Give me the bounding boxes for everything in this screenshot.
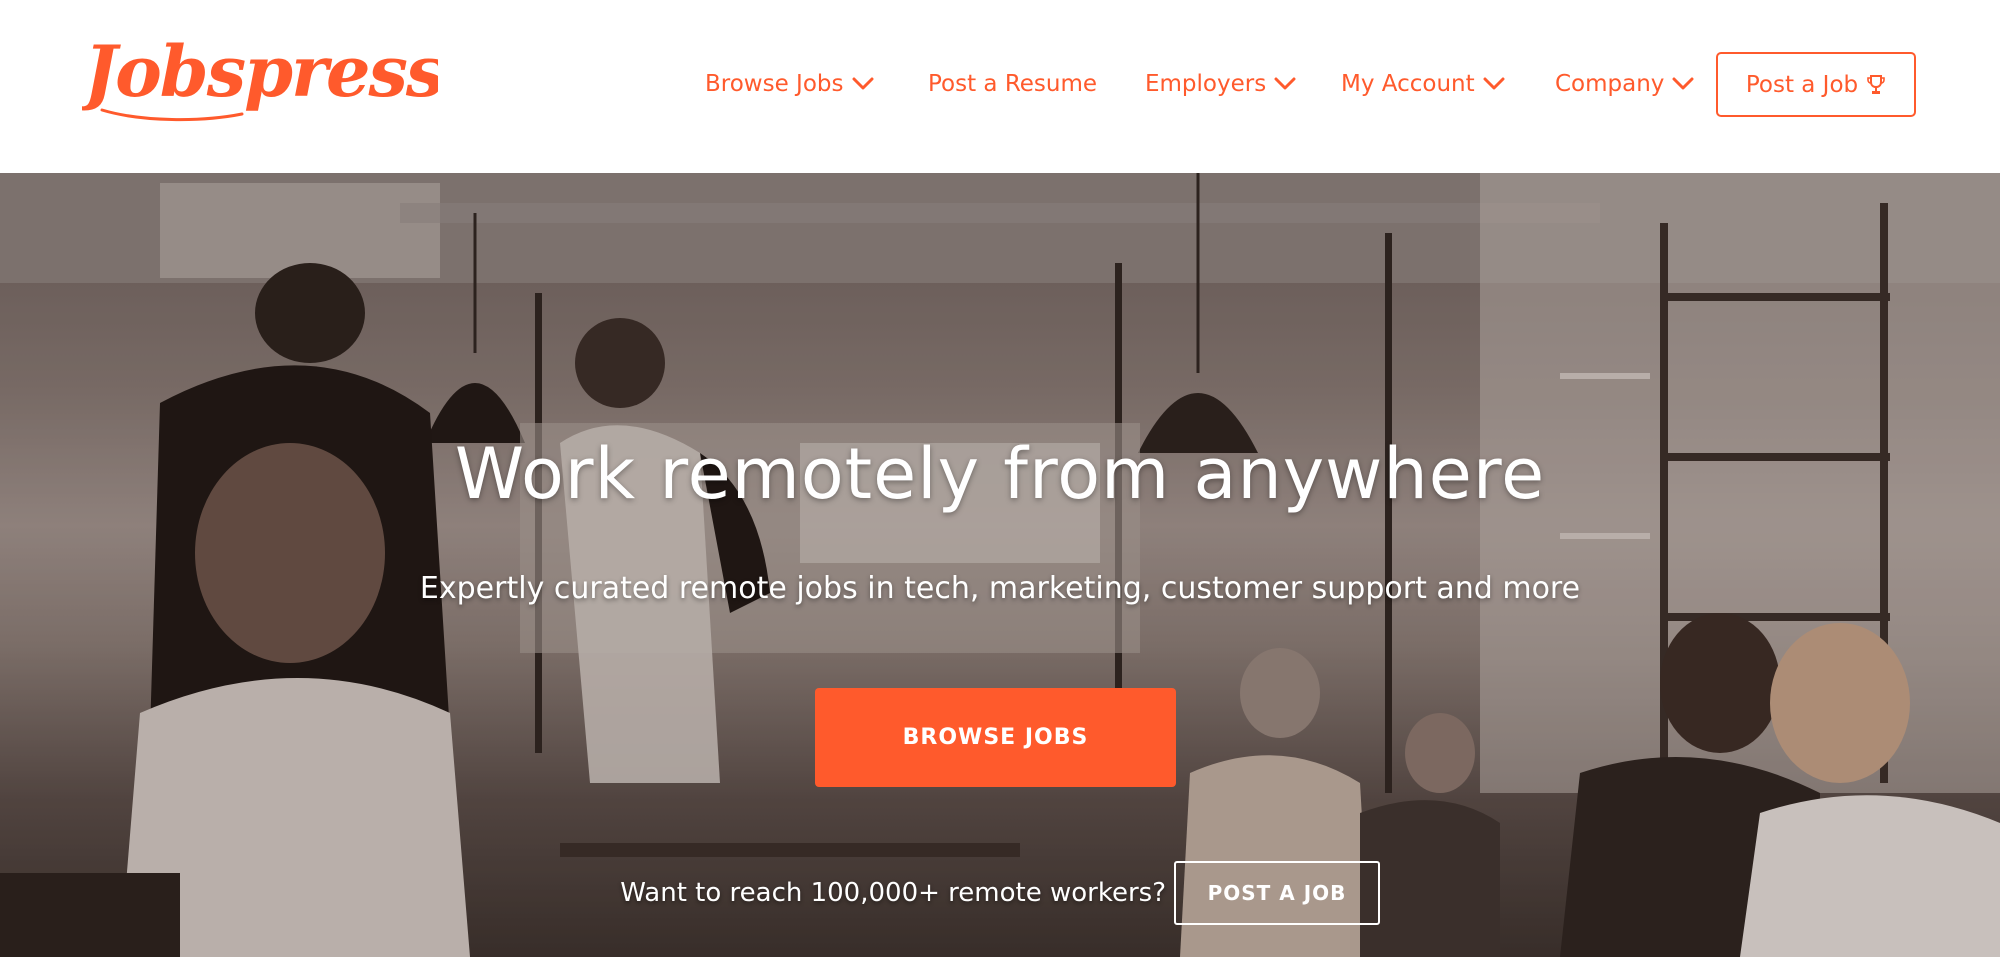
hero-section: Work remotely from anywhere Expertly cur…: [0, 173, 2000, 957]
chevron-down-icon: [1483, 77, 1505, 90]
site-header: Jobspresso Browse Jobs Post a Resume Emp…: [0, 0, 2000, 173]
trophy-icon: [1867, 74, 1885, 94]
nav-my-account[interactable]: My Account: [1341, 52, 1505, 116]
nav-company[interactable]: Company: [1555, 52, 1694, 116]
nav-company-label: Company: [1555, 71, 1665, 97]
hero-post-a-job-button[interactable]: POST A JOB: [1174, 861, 1380, 925]
chevron-down-icon: [1672, 77, 1694, 90]
hero-post-a-job-label: POST A JOB: [1207, 881, 1347, 905]
chevron-down-icon: [852, 77, 873, 90]
chevron-down-icon: [1274, 77, 1296, 90]
nav-post-resume-label: Post a Resume: [928, 71, 1098, 97]
nav-browse-jobs[interactable]: Browse Jobs: [705, 52, 874, 116]
logo-text: Jobspresso: [82, 30, 438, 113]
jobspresso-logo[interactable]: Jobspresso: [73, 18, 490, 138]
nav-browse-jobs-label: Browse Jobs: [705, 71, 844, 97]
nav-employers-label: Employers: [1145, 71, 1267, 97]
hero-title: Work remotely from anywhere: [454, 433, 1546, 515]
nav-post-resume[interactable]: Post a Resume: [928, 52, 1097, 116]
browse-jobs-button[interactable]: BROWSE JOBS: [815, 688, 1176, 787]
reach-workers-text: Want to reach 100,000+ remote workers?: [620, 878, 1166, 908]
hero-overlay: [0, 173, 2000, 957]
post-a-job-button[interactable]: Post a Job: [1716, 52, 1916, 117]
hero-subtitle: Expertly curated remote jobs in tech, ma…: [419, 571, 1581, 606]
browse-jobs-label: BROWSE JOBS: [902, 725, 1089, 750]
post-a-job-label: Post a Job: [1745, 71, 1859, 98]
nav-my-account-label: My Account: [1341, 71, 1475, 97]
nav-employers[interactable]: Employers: [1145, 52, 1296, 116]
